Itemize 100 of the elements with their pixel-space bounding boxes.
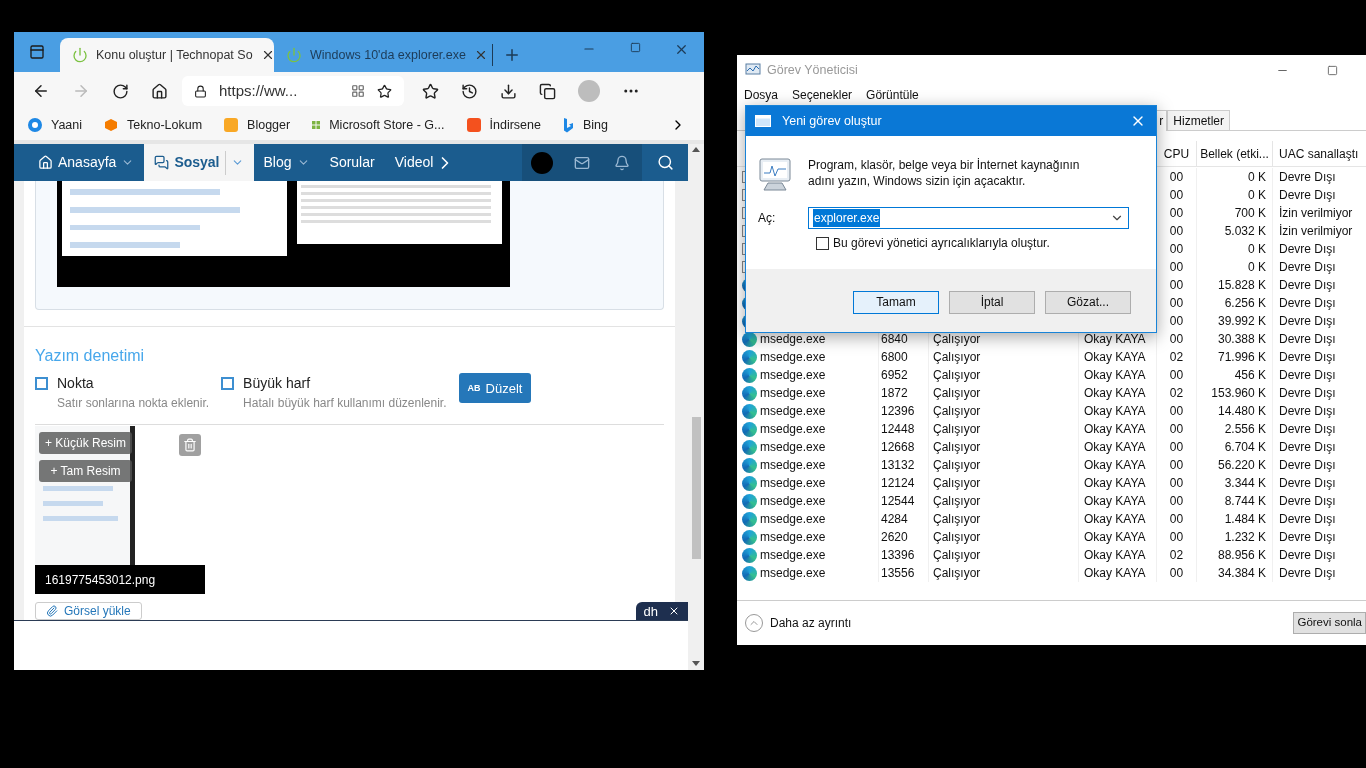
scrollbar[interactable]: [688, 144, 704, 670]
process-row[interactable]: msedge.exe 12668 Çalışıyor Okay KAYA 00 6.704 K Devre Dışı: [737, 438, 1366, 456]
table-cell-text: 3.344 K: [1224, 475, 1266, 492]
dialog-button[interactable]: Tamam: [853, 290, 939, 314]
less-details-link[interactable]: Daha az ayrıntı: [745, 614, 852, 632]
table-cell-text: Devre Dışı: [1279, 241, 1336, 258]
table-cell-text: Devre Dışı: [1279, 367, 1336, 384]
process-row[interactable]: msedge.exe 12396 Çalışıyor Okay KAYA 00 14.480 K Devre Dışı: [737, 402, 1366, 420]
table-cell-text: 00: [1169, 277, 1184, 294]
trash-icon[interactable]: [183, 438, 197, 453]
table-cell-text: Okay KAYA: [1084, 349, 1146, 366]
table-cell-text: 00: [1169, 259, 1184, 276]
bookmark[interactable]: Blogger: [224, 115, 291, 135]
mail-icon[interactable]: [574, 154, 590, 171]
checkbox[interactable]: [35, 377, 48, 391]
download-icon[interactable]: [500, 82, 517, 100]
insert-image-button[interactable]: + Tam Resim: [39, 460, 133, 483]
tab[interactable]: Hizmetler: [1167, 110, 1230, 130]
process-row[interactable]: msedge.exe 2620 Çalışıyor Okay KAYA 00 1.232 K Devre Dışı: [737, 528, 1366, 546]
menu-item[interactable]: Görüntüle: [866, 86, 919, 104]
bookmark[interactable]: Microsoft Store - G...: [312, 115, 445, 135]
process-row[interactable]: msedge.exe 6800 Çalışıyor Okay KAYA 02 71.996 K Devre Dışı: [737, 348, 1366, 366]
process-row[interactable]: msedge.exe 12544 Çalışıyor Okay KAYA 00 8.744 K Devre Dışı: [737, 492, 1366, 510]
browser-logo-icon: [742, 493, 757, 509]
upload-image-button[interactable]: Görsel yükle: [35, 602, 142, 620]
table-cell-text: Çalışıyor: [933, 457, 981, 474]
table-cell-text: msedge.exe: [760, 439, 826, 456]
refresh-icon[interactable]: [112, 82, 129, 100]
bookmark[interactable]: Bing: [562, 115, 608, 135]
checkbox-option[interactable]: Nokta: [35, 373, 210, 395]
column-header[interactable]: Bellek (etki...: [1197, 141, 1273, 166]
checkbox[interactable]: [221, 377, 235, 391]
checkbox[interactable]: [816, 236, 829, 250]
table-cell-text: 00: [1169, 403, 1184, 420]
table-cell-text: Çalışıyor: [933, 385, 981, 402]
table-cell-text: 88.956 K: [1217, 547, 1266, 564]
menu-item[interactable]: Dosya: [744, 86, 778, 104]
table-cell-text: 12448: [881, 421, 915, 438]
checkbox-option[interactable]: Büyük harf: [221, 373, 447, 395]
dialog-button[interactable]: Gözat...: [1045, 290, 1131, 314]
tab-actions-icon[interactable]: [29, 44, 45, 60]
power-icon: [286, 47, 302, 63]
home-icon[interactable]: [151, 82, 168, 100]
table-cell-text: Çalışıyor: [933, 439, 981, 456]
end-task-button[interactable]: Görevi sonla: [1293, 612, 1366, 634]
table-cell-text: msedge.exe: [760, 529, 826, 546]
open-combobox[interactable]: explorer.exe: [808, 207, 1129, 229]
process-row[interactable]: msedge.exe 6952 Çalışıyor Okay KAYA 00 456 K Devre Dışı: [737, 366, 1366, 384]
browser-tab[interactable]: Windows 10'da explorer.exe: [274, 38, 488, 72]
insert-image-button[interactable]: + Küçük Resim: [39, 432, 133, 455]
app-grid-icon[interactable]: [351, 84, 365, 98]
option-hint: Hatalı büyük harf kullanımı düzenlenir.: [243, 395, 447, 413]
ad-badge[interactable]: dh: [635, 602, 688, 620]
process-row[interactable]: msedge.exe 12448 Çalışıyor Okay KAYA 00 2.556 K Devre Dışı: [737, 420, 1366, 438]
process-row[interactable]: msedge.exe 13396 Çalışıyor Okay KAYA 02 88.956 K Devre Dışı: [737, 546, 1366, 564]
nav-item[interactable]: Videol: [384, 144, 444, 181]
process-row[interactable]: msedge.exe 4284 Çalışıyor Okay KAYA 00 1.484 K Devre Dışı: [737, 510, 1366, 528]
table-cell-text: Okay KAYA: [1084, 565, 1146, 582]
admin-checkbox-option[interactable]: Bu görevi yönetici ayrıcalıklarıyla oluştur.: [816, 234, 1144, 252]
table-cell-text: 00: [1169, 205, 1184, 222]
bookmark[interactable]: İndirsene: [466, 115, 541, 135]
favorites-icon[interactable]: [422, 82, 439, 100]
bookmark[interactable]: Tekno-Lokum: [104, 115, 203, 135]
process-row[interactable]: msedge.exe 12124 Çalışıyor Okay KAYA 00 3.344 K Devre Dışı: [737, 474, 1366, 492]
menu-item[interactable]: Seçenekler: [792, 86, 853, 104]
search-icon[interactable]: [656, 154, 674, 171]
back-icon[interactable]: [32, 82, 50, 100]
table-cell-text: 1.232 K: [1224, 529, 1266, 546]
process-row[interactable]: msedge.exe 13132 Çalışıyor Okay KAYA 00 56.220 K Devre Dışı: [737, 456, 1366, 474]
browser-logo-icon: [742, 349, 757, 365]
maximize-icon[interactable]: [1327, 64, 1338, 76]
table-cell-text: Devre Dışı: [1279, 529, 1336, 546]
maximize-icon[interactable]: [629, 42, 641, 53]
close-icon[interactable]: [668, 605, 680, 617]
nav-item[interactable]: Anasayfa: [28, 144, 145, 181]
table-cell-text: 00: [1169, 439, 1184, 456]
paperclip-icon: [46, 605, 58, 617]
nav-item[interactable]: Sorular: [319, 144, 385, 181]
table-cell-text: 71.996 K: [1217, 349, 1266, 366]
nav-item[interactable]: Sosyal: [144, 144, 254, 181]
browser-tab[interactable]: Konu oluştur | Technopat So: [60, 38, 274, 72]
tab-title: Konu oluştur | Technopat So: [96, 46, 253, 64]
home-icon: [38, 155, 53, 170]
bell-icon[interactable]: [614, 154, 630, 171]
collections-icon[interactable]: [539, 82, 556, 100]
table-cell-text: 00: [1169, 367, 1184, 384]
history-icon[interactable]: [461, 82, 478, 100]
column-header[interactable]: UAC sanallaştı: [1273, 141, 1366, 166]
table-cell-text: Devre Dışı: [1279, 439, 1336, 456]
nav-item[interactable]: Blog: [253, 144, 320, 181]
user-avatar[interactable]: [531, 151, 553, 174]
bookmark[interactable]: Yaani: [28, 115, 83, 135]
favorite-star-icon[interactable]: [377, 83, 392, 99]
address-bar[interactable]: https://ww...: [182, 76, 404, 106]
process-row[interactable]: msedge.exe 1872 Çalışıyor Okay KAYA 02 153.960 K Devre Dışı: [737, 384, 1366, 402]
new-tab-icon[interactable]: [503, 46, 521, 64]
dialog-button[interactable]: İptal: [949, 290, 1035, 314]
table-cell-text: 5.032 K: [1224, 223, 1266, 240]
fix-button[interactable]: AB Düzelt: [458, 373, 532, 404]
process-row[interactable]: msedge.exe 13556 Çalışıyor Okay KAYA 00 34.384 K Devre Dışı: [737, 564, 1366, 582]
